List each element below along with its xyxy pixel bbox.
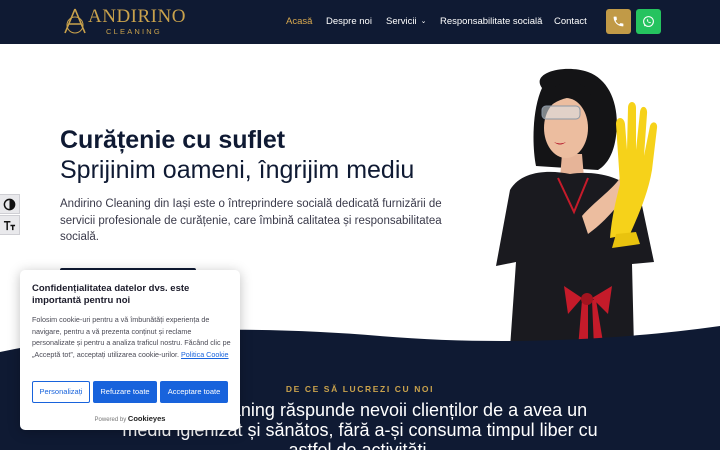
cookie-policy-link[interactable]: Politica Cookie bbox=[181, 350, 229, 359]
cookie-reject-button[interactable]: Refuzare toate bbox=[93, 381, 157, 403]
phone-button[interactable] bbox=[606, 9, 631, 34]
nav-item-about[interactable]: Despre noi bbox=[326, 16, 372, 27]
cookie-customize-button[interactable]: Personalizați bbox=[32, 381, 90, 403]
nav-item-social-responsibility[interactable]: Responsabilitate socială bbox=[440, 16, 542, 27]
site-header: ANDIRINO CLEANING Acasă Despre noi Servi… bbox=[0, 0, 720, 44]
nav-item-services[interactable]: Servicii ⌄ bbox=[386, 16, 427, 27]
cookieyes-logo: Cookieyes bbox=[127, 414, 166, 423]
nav-item-services-label: Servicii bbox=[386, 16, 417, 27]
text-size-button[interactable] bbox=[0, 215, 20, 235]
logo-name: ANDIRINO bbox=[88, 6, 186, 27]
logo-subtitle: CLEANING bbox=[106, 27, 162, 36]
hero-description: Andirino Cleaning din Iași este o întrep… bbox=[60, 198, 442, 243]
contrast-toggle-button[interactable] bbox=[0, 194, 20, 214]
chevron-down-icon: ⌄ bbox=[420, 18, 427, 25]
cookie-consent-banner: Confidențialitatea datelor dvs. este imp… bbox=[20, 270, 240, 430]
hero-title: Curățenie cu suflet bbox=[60, 126, 286, 154]
whatsapp-icon bbox=[643, 16, 654, 27]
cookie-powered-label: Powered by bbox=[94, 417, 127, 423]
logo-mark-icon bbox=[64, 8, 86, 34]
cookie-accept-button[interactable]: Acceptare toate bbox=[160, 381, 228, 403]
cookie-title: Confidențialitatea datelor dvs. este imp… bbox=[32, 283, 190, 306]
cookie-description: Folosim cookie-uri pentru a vă îmbunătăț… bbox=[32, 314, 232, 360]
hero-subtitle: Sprijinim oameni, îngrijim mediu bbox=[60, 156, 415, 184]
whatsapp-button[interactable] bbox=[636, 9, 661, 34]
woman-with-glove-image bbox=[496, 68, 658, 348]
cookie-powered-by: Powered by Cookieyes bbox=[20, 414, 240, 423]
logo[interactable]: ANDIRINO CLEANING bbox=[64, 7, 194, 37]
contrast-icon bbox=[3, 198, 16, 211]
text-size-icon bbox=[3, 221, 16, 231]
nav-item-contact[interactable]: Contact bbox=[554, 16, 587, 27]
phone-icon bbox=[613, 16, 624, 27]
nav-item-home[interactable]: Acasă bbox=[286, 16, 312, 27]
